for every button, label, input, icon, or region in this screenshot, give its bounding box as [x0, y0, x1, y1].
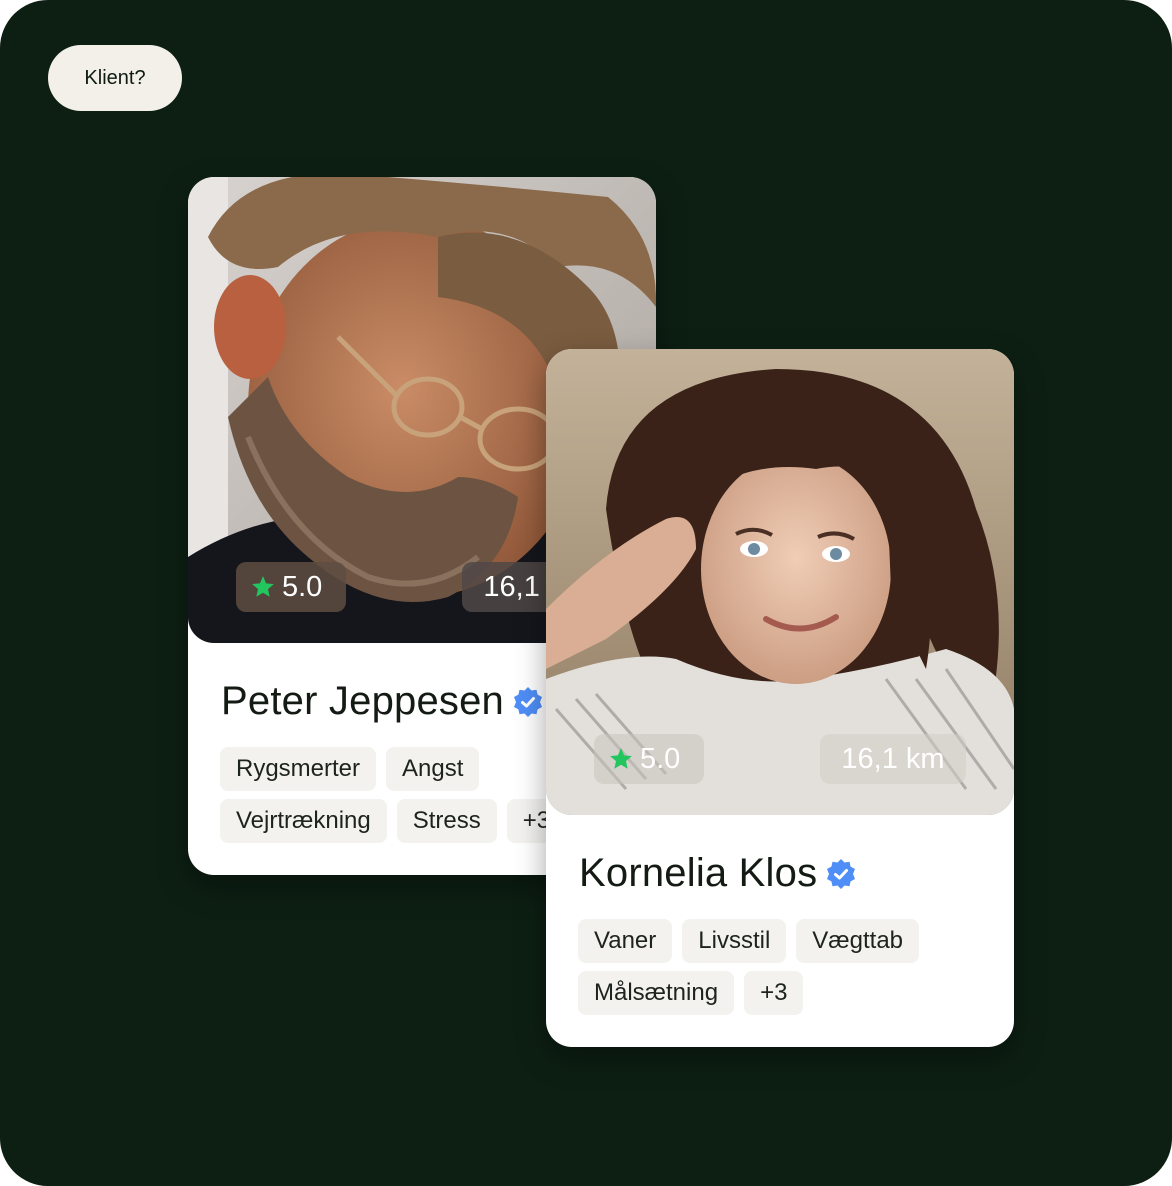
therapist-name: Peter Jeppesen — [221, 679, 544, 724]
tag-chip[interactable]: Angst — [386, 747, 480, 791]
verified-badge-icon — [827, 858, 856, 889]
rating-badge: 5.0 — [236, 562, 346, 612]
tag-chip[interactable]: Rygsmerter — [220, 747, 377, 791]
verified-badge-icon — [514, 686, 542, 717]
app-frame: Klient? 5.0 16,1 km Peter Jeppesen Rygsm… — [0, 0, 1172, 1186]
distance-value: 16,1 km — [841, 742, 945, 775]
star-icon — [610, 748, 632, 769]
distance-badge: 16,1 km — [820, 734, 966, 784]
tag-chip[interactable]: Livsstil — [682, 919, 787, 963]
tag-chip[interactable]: Vægttab — [796, 919, 920, 963]
tag-chip-more[interactable]: +3 — [744, 971, 804, 1015]
client-badge-label: Klient? — [84, 66, 146, 89]
rating-value: 5.0 — [640, 742, 681, 775]
rating-badge: 5.0 — [594, 734, 704, 784]
rating-value: 5.0 — [282, 570, 323, 603]
tag-chip[interactable]: Målsætning — [578, 971, 735, 1015]
tag-chip[interactable]: Vejrtrækning — [220, 799, 387, 843]
therapist-name-text: Kornelia Klos — [579, 851, 818, 895]
therapist-card-kornelia[interactable]: 5.0 16,1 km Kornelia Klos Vaner Livsstil… — [546, 349, 1014, 1047]
star-icon — [252, 576, 274, 597]
tag-list: Vaner Livsstil Vægttab Målsætning +3 — [578, 919, 988, 1015]
tag-chip[interactable]: Vaner — [578, 919, 673, 963]
therapist-name-text: Peter Jeppesen — [221, 679, 504, 723]
client-badge-button[interactable]: Klient? — [48, 45, 182, 111]
therapist-name: Kornelia Klos — [579, 851, 857, 896]
tag-chip[interactable]: Stress — [396, 799, 497, 843]
